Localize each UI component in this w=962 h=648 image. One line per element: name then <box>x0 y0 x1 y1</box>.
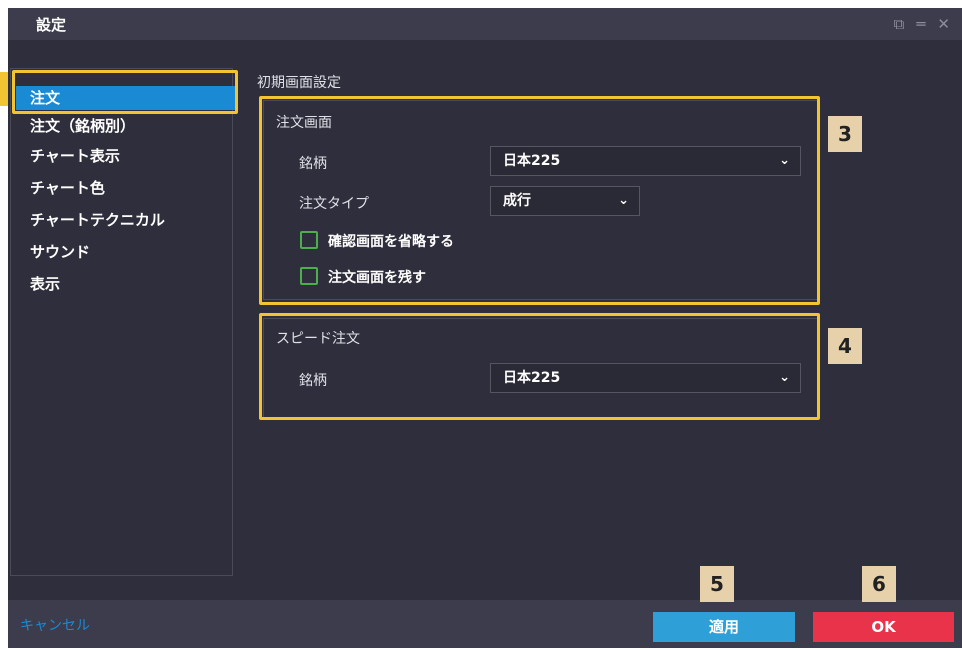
annotation-badge-5: 5 <box>700 566 734 602</box>
sidebar-item-chart-technical[interactable]: チャートテクニカル <box>30 208 165 232</box>
window-controls: ⧉ ═ ✕ <box>894 14 950 34</box>
highlight-box-speed-order <box>259 313 820 420</box>
annotation-badge-3: 3 <box>828 116 862 152</box>
highlight-tab-marker <box>0 72 8 106</box>
cancel-button[interactable]: キャンセル <box>20 615 90 635</box>
dialog-footer: キャンセル 適用 OK <box>8 600 962 648</box>
annotation-badge-4: 4 <box>828 328 862 364</box>
window-title: 設定 <box>36 16 67 34</box>
highlight-box-sidebar <box>12 70 238 114</box>
sidebar-item-display[interactable]: 表示 <box>30 272 60 296</box>
sidebar-item-order-by-symbol[interactable]: 注文（銘柄別） <box>30 114 135 138</box>
ok-button[interactable]: OK <box>813 612 954 642</box>
sidebar-item-chart-display[interactable]: チャート表示 <box>30 144 120 168</box>
minimize-icon[interactable]: ═ <box>916 14 925 34</box>
page-heading: 初期画面設定 <box>257 75 341 91</box>
restore-icon[interactable]: ⧉ <box>894 14 905 34</box>
annotation-badge-6: 6 <box>862 566 896 602</box>
close-icon[interactable]: ✕ <box>937 14 950 34</box>
sidebar-item-sound[interactable]: サウンド <box>30 240 90 264</box>
title-bar: 設定 ⧉ ═ ✕ <box>8 8 962 40</box>
apply-button[interactable]: 適用 <box>653 612 795 642</box>
highlight-box-order-screen <box>259 96 820 305</box>
sidebar-item-chart-color[interactable]: チャート色 <box>30 176 105 200</box>
